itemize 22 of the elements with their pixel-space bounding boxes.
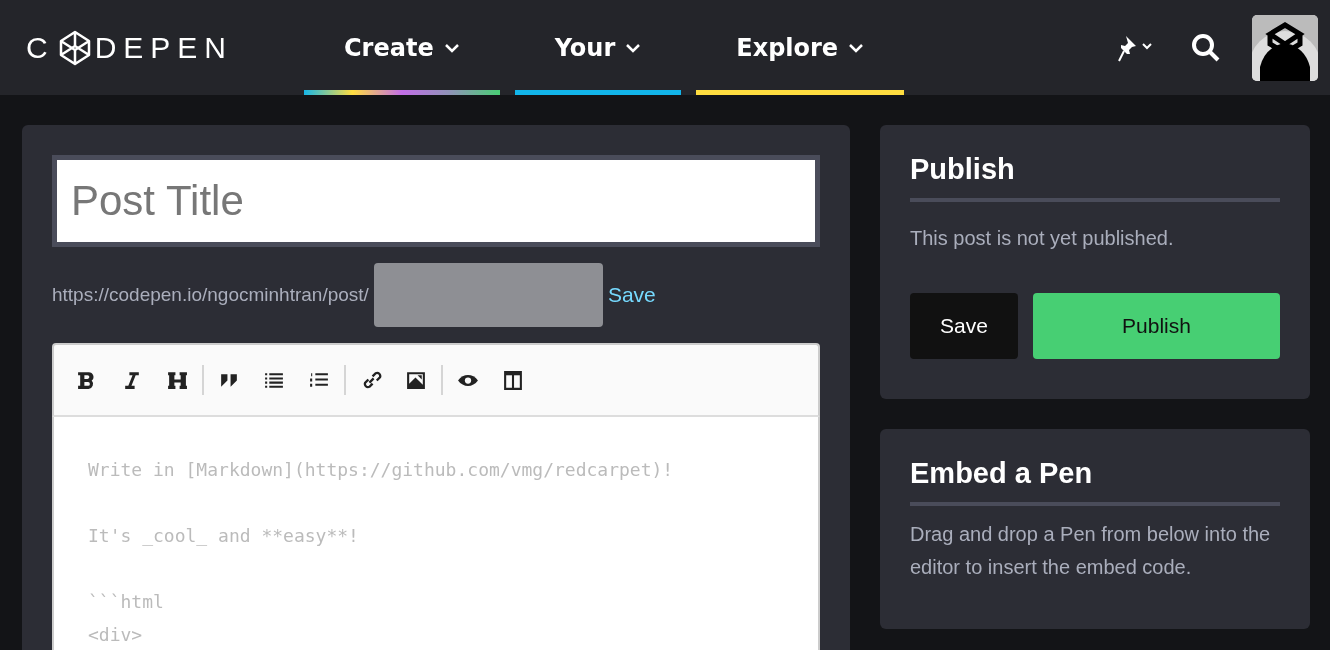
slug-save-link[interactable]: Save: [607, 283, 656, 307]
chevron-down-icon: [443, 42, 460, 53]
logo-wordmark: DEPEN: [94, 30, 234, 65]
nav-tab[interactable]: Create: [304, 0, 500, 95]
avatar-icon[interactable]: [1252, 14, 1318, 81]
post-url-prefix: https://codepen.io/ngocminhtran/post/: [52, 284, 369, 306]
post-title-field[interactable]: Post Title: [52, 155, 820, 247]
publish-button[interactable]: Publish: [1033, 293, 1280, 359]
slug-field[interactable]: [373, 263, 603, 327]
embed-instructions-text: Drag and drop a Pen from below into the editor to insert the embed code.: [910, 522, 1272, 580]
publish-status-text: This post is not yet published.: [910, 226, 1175, 251]
chevron-down-icon: [848, 42, 865, 53]
chevron-down-icon: [625, 42, 642, 53]
save-button[interactable]: Save: [910, 293, 1018, 359]
nav-tab[interactable]: Explore: [696, 0, 905, 95]
cube-logo-icon: [58, 29, 91, 66]
publish-heading: Publish: [910, 153, 1280, 202]
logo-letter: C: [26, 30, 55, 65]
markdown-editor-field[interactable]: Write in [Markdown](https://github.com/vmg/redcarpet)! It's _cool_ and **easy**! ```html <div>: [52, 417, 820, 650]
nav-tab[interactable]: Your: [514, 0, 682, 95]
embed-heading: Embed a Pen: [910, 457, 1280, 506]
search-icon[interactable]: [1190, 31, 1222, 64]
